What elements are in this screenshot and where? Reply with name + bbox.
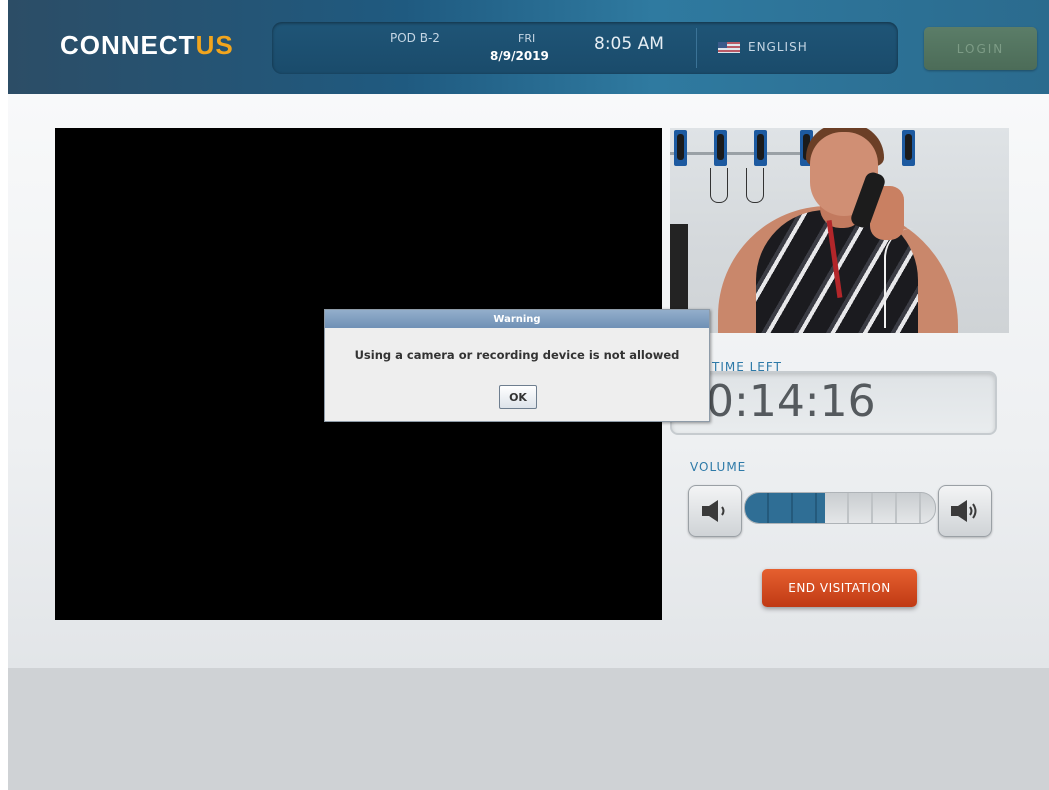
volume-level-fill (745, 493, 825, 523)
time-left-display: 0:14:16 (670, 371, 997, 435)
kiosk-screen: CONNECTUS POD B-2 FRI 8/9/2019 8:05 AM E… (8, 0, 1049, 790)
phone-cord (884, 228, 926, 328)
location-label: POD B-2 (390, 31, 440, 45)
time-left-value: 0:14:16 (706, 376, 876, 427)
phone-cord (746, 168, 764, 203)
phone-cord (710, 168, 728, 203)
status-divider (696, 28, 697, 68)
speaker-low-icon (702, 500, 725, 522)
time-left-label: TIME LEFT (712, 360, 782, 374)
dialog-ok-button[interactable]: OK (499, 385, 537, 409)
dialog-message: Using a camera or recording device is no… (354, 348, 680, 362)
wall-phone (714, 130, 727, 166)
self-view-video (670, 128, 1009, 333)
header-bar: CONNECTUS POD B-2 FRI 8/9/2019 8:05 AM E… (8, 0, 1049, 94)
end-visitation-button[interactable]: END VISITATION (762, 569, 917, 607)
wall-phone (674, 130, 687, 166)
wall-phone (754, 130, 767, 166)
connectus-logo: CONNECTUS (60, 30, 234, 61)
volume-down-button[interactable] (688, 485, 742, 537)
clock-label: 8:05 AM (594, 34, 664, 54)
status-bar: POD B-2 FRI 8/9/2019 8:05 AM ENGLISH (272, 22, 898, 74)
login-button[interactable]: LOGIN (924, 27, 1037, 70)
language-selector[interactable]: ENGLISH (748, 40, 808, 54)
logo-text-connect: CONNECT (60, 30, 196, 60)
date-label: 8/9/2019 (490, 49, 549, 63)
speaker-high-icon (951, 500, 977, 522)
bottom-area (8, 668, 1049, 790)
volume-up-button[interactable] (938, 485, 992, 537)
wall-phone (902, 130, 915, 166)
warning-dialog: Warning Using a camera or recording devi… (324, 309, 710, 422)
us-flag-icon[interactable] (718, 42, 740, 53)
logo-text-us: US (195, 30, 234, 60)
volume-label: VOLUME (690, 460, 747, 474)
dialog-title: Warning (325, 310, 709, 328)
day-label: FRI (518, 32, 536, 45)
volume-empty-segments (825, 493, 935, 523)
volume-slider[interactable] (744, 492, 936, 524)
